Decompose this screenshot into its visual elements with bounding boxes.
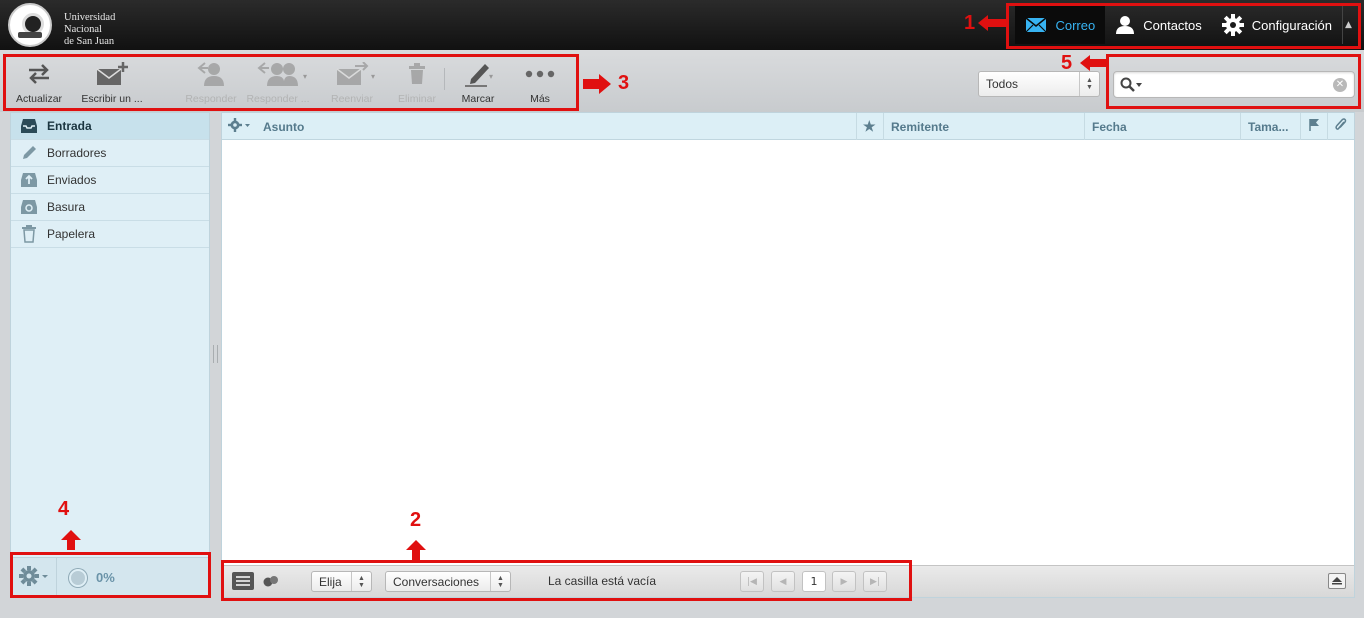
annotation-number-1: 1 [964, 12, 976, 34]
star-icon: ★ [863, 118, 876, 134]
folder-trash-label: Papelera [47, 227, 96, 241]
column-size-label: Tama... [1248, 119, 1289, 134]
sent-icon [20, 171, 38, 189]
university-name-line: Nacional [64, 24, 102, 35]
annotation-arrow-left-icon [1080, 55, 1106, 71]
folder-sent[interactable]: Enviados [11, 167, 209, 194]
annotation-number-5: 5 [1061, 52, 1073, 74]
folder-junk[interactable]: Basura [11, 194, 209, 221]
junk-icon [20, 198, 38, 216]
sidebar-splitter-handle[interactable] [213, 345, 218, 363]
message-list: Asunto ★ Remitente Fecha Tama... Elija ▲… [221, 112, 1355, 598]
select-arrows-icon: ▲ ▼ [1079, 72, 1099, 96]
pencil-icon [20, 144, 38, 162]
expand-up-icon [1331, 574, 1343, 588]
folder-drafts-label: Borradores [47, 146, 107, 160]
annotation-arrow-left-icon [978, 15, 1007, 31]
annotation-number-4: 4 [58, 498, 70, 520]
column-subject-label: Asunto [263, 119, 305, 134]
annotation-number-3: 3 [618, 72, 630, 94]
university-seal-icon [8, 3, 52, 47]
trash-can-icon [20, 225, 38, 243]
folder-trash[interactable]: Papelera [11, 221, 209, 248]
column-date-label: Fecha [1092, 119, 1127, 134]
university-logo [8, 3, 58, 47]
column-sender-label: Remitente [891, 119, 950, 134]
column-subject[interactable]: Asunto [256, 113, 856, 140]
folder-junk-label: Basura [47, 200, 86, 214]
annotation-arrow-up-icon [406, 540, 426, 560]
annotation-arrow-right-icon [583, 74, 611, 94]
annotation-box-3 [3, 54, 579, 111]
annotation-box-5 [1106, 54, 1361, 109]
column-flag[interactable] [1300, 113, 1327, 140]
column-sender[interactable]: Remitente [883, 113, 1084, 140]
folder-drafts[interactable]: Borradores [11, 140, 209, 167]
column-date[interactable]: Fecha [1084, 113, 1240, 140]
message-list-header: Asunto ★ Remitente Fecha Tama... [222, 113, 1354, 140]
column-size[interactable]: Tama... [1240, 113, 1300, 140]
list-options-gear-icon [228, 118, 252, 135]
message-filter-select[interactable]: Todos ▲ ▼ [978, 71, 1100, 97]
university-name-line: Universidad [64, 12, 116, 23]
folder-inbox[interactable]: Entrada [11, 113, 209, 140]
annotation-box-1 [1006, 3, 1361, 49]
folder-inbox-label: Entrada [47, 119, 92, 133]
flag-icon [1308, 118, 1320, 135]
folder-sidebar: Entrada Borradores Enviados Basura Papel… [10, 112, 210, 598]
column-flag-star[interactable]: ★ [856, 113, 883, 140]
message-filter-value: Todos [986, 77, 1019, 91]
toggle-preview-button[interactable] [1328, 573, 1346, 589]
inbox-icon [20, 117, 38, 135]
university-name: Universidad Nacional de San Juan [64, 12, 144, 48]
list-options-button[interactable] [222, 113, 256, 140]
folder-sent-label: Enviados [47, 173, 97, 187]
annotation-box-2 [221, 560, 912, 601]
annotation-arrow-up-icon [61, 530, 81, 550]
university-name-line: de San Juan [64, 36, 115, 47]
annotation-box-4 [10, 552, 211, 598]
paperclip-icon [1335, 118, 1347, 135]
annotation-number-2: 2 [410, 509, 422, 531]
column-attachment[interactable] [1327, 113, 1354, 140]
